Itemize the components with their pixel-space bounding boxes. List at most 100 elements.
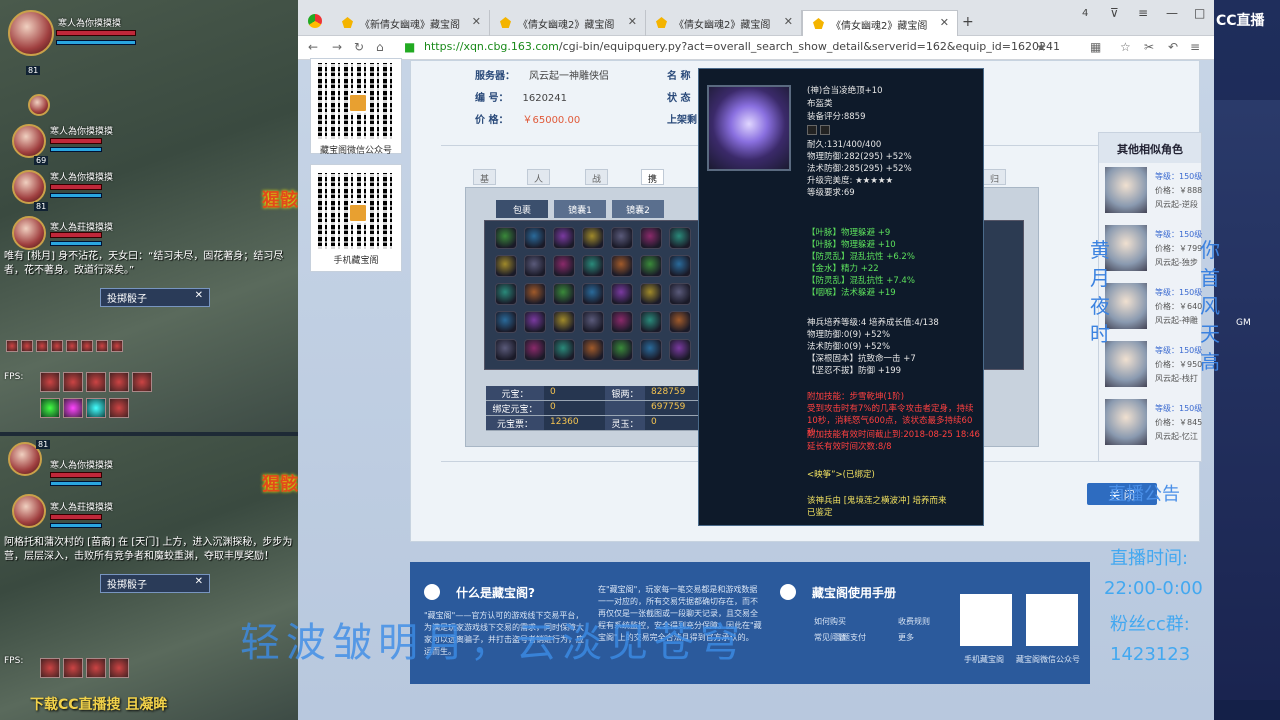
inventory-slot[interactable] bbox=[495, 311, 517, 333]
bookmark-star-icon[interactable]: ★ bbox=[1036, 40, 1047, 54]
tab-dream[interactable]: 归梦案 bbox=[983, 169, 1007, 211]
inventory-slot[interactable] bbox=[524, 283, 546, 305]
inventory-slot[interactable] bbox=[553, 227, 575, 249]
tab-count-icon[interactable]: 4 bbox=[1082, 8, 1088, 19]
bag-tab-main[interactable]: 包裹 bbox=[496, 200, 548, 218]
undo-icon[interactable]: ↶ bbox=[1168, 40, 1178, 54]
player-avatar[interactable] bbox=[8, 10, 54, 56]
throw-dice-button-2[interactable]: 投掷骰子 ✕ bbox=[100, 574, 210, 593]
skill-slot[interactable] bbox=[109, 398, 129, 418]
more-icon[interactable]: ≡ bbox=[1190, 40, 1200, 54]
link-how-to-buy[interactable]: 如何购买 bbox=[814, 616, 846, 627]
skill-slot[interactable] bbox=[40, 372, 60, 392]
inventory-slot[interactable] bbox=[524, 339, 546, 361]
inventory-slot[interactable] bbox=[640, 255, 662, 277]
similar-row[interactable]: 等级：150级 价格：￥888 风云起-逆段 bbox=[1105, 167, 1203, 215]
close-icon[interactable]: ✕ bbox=[195, 576, 203, 587]
minimize-icon[interactable]: — bbox=[1166, 6, 1178, 20]
home-icon[interactable]: ⌂ bbox=[376, 40, 384, 54]
skill-slot[interactable] bbox=[86, 658, 106, 678]
close-tab-icon[interactable]: ✕ bbox=[472, 15, 481, 28]
link-more[interactable]: 更多 bbox=[898, 632, 914, 643]
inventory-slot[interactable] bbox=[495, 339, 517, 361]
forward-icon[interactable]: → bbox=[332, 40, 342, 54]
close-icon[interactable]: ✕ bbox=[195, 290, 203, 301]
maximize-icon[interactable]: □ bbox=[1194, 6, 1205, 20]
inventory-slot[interactable] bbox=[669, 255, 691, 277]
menu-icon[interactable]: ≡ bbox=[1138, 6, 1148, 20]
tab-combat[interactable]: 战斗属性 bbox=[585, 169, 609, 224]
close-tab-icon[interactable]: ✕ bbox=[784, 15, 793, 28]
inventory-slot[interactable] bbox=[582, 339, 604, 361]
inventory-slot[interactable] bbox=[669, 311, 691, 333]
inventory-slot[interactable] bbox=[582, 255, 604, 277]
party-avatar-4[interactable] bbox=[12, 216, 46, 250]
inventory-slot[interactable] bbox=[524, 311, 546, 333]
link-fees[interactable]: 收费规则 bbox=[898, 616, 930, 627]
skill-slot[interactable] bbox=[63, 372, 83, 392]
inventory-slot[interactable] bbox=[553, 311, 575, 333]
inventory-slot[interactable] bbox=[553, 283, 575, 305]
inventory-slot[interactable] bbox=[640, 339, 662, 361]
tab-carried-items[interactable]: 携带物品 bbox=[641, 169, 665, 224]
skill-slot[interactable] bbox=[63, 658, 83, 678]
inventory-slot[interactable] bbox=[640, 283, 662, 305]
inventory-slot[interactable] bbox=[582, 227, 604, 249]
inventory-slot[interactable] bbox=[495, 283, 517, 305]
inventory-slot[interactable] bbox=[495, 227, 517, 249]
party-avatar-2[interactable] bbox=[12, 124, 46, 158]
skill-slot[interactable] bbox=[109, 372, 129, 392]
bag-tab-mirror-2[interactable]: 镜囊2 bbox=[612, 200, 664, 218]
shirt-icon[interactable]: ⊽ bbox=[1110, 6, 1119, 20]
inventory-slot[interactable] bbox=[640, 227, 662, 249]
pet-avatar[interactable] bbox=[28, 94, 50, 116]
inventory-slot[interactable] bbox=[524, 227, 546, 249]
inventory-slot[interactable] bbox=[611, 283, 633, 305]
address-bar[interactable]: https://xqn.cbg.163.com/cgi-bin/equipque… bbox=[424, 40, 1060, 53]
reload-icon[interactable]: ↻ bbox=[354, 40, 364, 54]
inventory-slot[interactable] bbox=[611, 339, 633, 361]
apps-icon[interactable]: ▦ bbox=[1090, 40, 1101, 54]
inventory-slot[interactable] bbox=[669, 339, 691, 361]
skill-slot[interactable] bbox=[63, 398, 83, 418]
throw-dice-button[interactable]: 投掷骰子 ✕ bbox=[100, 288, 210, 307]
skill-slot[interactable] bbox=[40, 658, 60, 678]
inventory-slot[interactable] bbox=[611, 311, 633, 333]
skill-slot[interactable] bbox=[132, 372, 152, 392]
inventory-slot[interactable] bbox=[582, 311, 604, 333]
close-tab-icon[interactable]: ✕ bbox=[628, 15, 637, 28]
tab-3[interactable]: 《倩女幽魂2》藏宝阁 ✕ bbox=[646, 10, 802, 36]
bag-tab-mirror-1[interactable]: 镜囊1 bbox=[554, 200, 606, 218]
inventory-slot[interactable] bbox=[611, 227, 633, 249]
skill-slot[interactable] bbox=[109, 658, 129, 678]
inventory-slot[interactable] bbox=[553, 255, 575, 277]
new-tab-icon[interactable]: + bbox=[962, 14, 974, 30]
skill-slot[interactable] bbox=[86, 372, 106, 392]
tab-resistance[interactable]: 人物抗性 bbox=[527, 169, 551, 224]
party-avatar-6[interactable] bbox=[12, 494, 46, 528]
similar-row[interactable]: 等级：150级 价格：￥640 风云起-神雕 bbox=[1105, 283, 1203, 331]
favorites-icon[interactable]: ☆ bbox=[1120, 40, 1131, 54]
scissors-icon[interactable]: ✂ bbox=[1144, 40, 1154, 54]
tab-1[interactable]: 《新倩女幽魂》藏宝阁 ✕ bbox=[332, 10, 490, 36]
close-tab-icon[interactable]: ✕ bbox=[940, 16, 949, 29]
tab-2[interactable]: 《倩女幽魂2》藏宝阁 ✕ bbox=[490, 10, 646, 36]
back-icon[interactable]: ← bbox=[308, 40, 318, 54]
inventory-slot[interactable] bbox=[611, 255, 633, 277]
inventory-slot[interactable] bbox=[669, 283, 691, 305]
party-avatar-3[interactable] bbox=[12, 170, 46, 204]
inventory-slot[interactable] bbox=[524, 255, 546, 277]
skill-slot[interactable] bbox=[40, 398, 60, 418]
skill-slot[interactable] bbox=[86, 398, 106, 418]
link-payment[interactable]: 问题支付 bbox=[834, 632, 866, 643]
inventory-slot[interactable] bbox=[640, 311, 662, 333]
tab-basic-attrs[interactable]: 基础属性 bbox=[473, 169, 497, 224]
inventory-slot[interactable] bbox=[669, 227, 691, 249]
similar-row[interactable]: 等级：150级 价格：￥845 风云起-忆江 bbox=[1105, 399, 1203, 447]
inventory-slot[interactable] bbox=[582, 283, 604, 305]
tab-4-active[interactable]: 《倩女幽魂2》藏宝阁 ✕ bbox=[802, 10, 958, 36]
inventory-slot[interactable] bbox=[495, 255, 517, 277]
similar-row[interactable]: 等级：150级 价格：￥950 风云起-栈打 bbox=[1105, 341, 1203, 389]
inventory-slot[interactable] bbox=[553, 339, 575, 361]
similar-row[interactable]: 等级：150级 价格：￥799 风云起-独步 bbox=[1105, 225, 1203, 273]
